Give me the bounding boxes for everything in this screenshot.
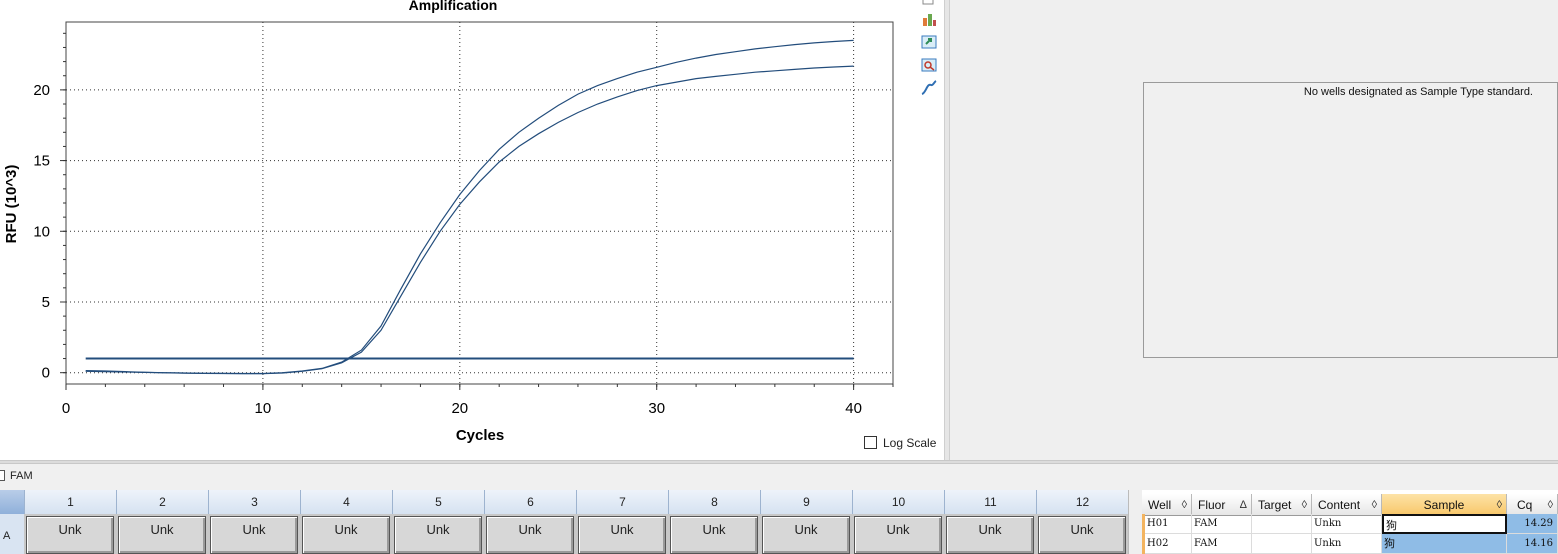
col-header-label: Target: [1258, 498, 1292, 512]
chart-settings-icon[interactable]: [920, 10, 938, 28]
plate-well-a2[interactable]: Unk: [118, 516, 206, 554]
col-header-well[interactable]: Well ◊: [1142, 494, 1192, 516]
col-header-target[interactable]: Target ◊: [1252, 494, 1312, 516]
fam-label: FAM: [10, 470, 33, 482]
col-header-label: Well: [1148, 498, 1172, 512]
standard-curve-area: No wells designated as Sample Type stand…: [1143, 82, 1558, 358]
col-header-label: Cq: [1517, 498, 1533, 512]
plate-column-header: 1 2 3 4 5 6 7 8 9 10 11 12: [0, 490, 1128, 514]
plate-well-a10[interactable]: Unk: [854, 516, 942, 554]
plate-well-a3[interactable]: Unk: [210, 516, 298, 554]
export-icon[interactable]: [920, 33, 938, 51]
fam-checkbox[interactable]: [0, 470, 5, 481]
curve-fit-icon[interactable]: [920, 79, 938, 97]
x-tick-label: 40: [845, 400, 862, 417]
col-header-label: Content: [1318, 498, 1361, 512]
sort-icon[interactable]: ◊: [1497, 494, 1502, 516]
cell-sample-editing[interactable]: 狗: [1382, 514, 1507, 534]
cell-target[interactable]: [1252, 534, 1312, 554]
cell-content[interactable]: Unkn: [1312, 534, 1382, 554]
plate-column-header-8[interactable]: 8: [668, 490, 760, 514]
col-header-fluor[interactable]: Fluor Δ: [1192, 494, 1252, 516]
plate-well-a8[interactable]: Unk: [670, 516, 758, 554]
y-tick-label: 5: [42, 294, 50, 311]
col-header-label: Sample: [1423, 498, 1465, 512]
plate-well-a11[interactable]: Unk: [946, 516, 1034, 554]
plate-select-all[interactable]: [0, 490, 24, 514]
plate-column-header-2[interactable]: 2: [116, 490, 208, 514]
sort-icon[interactable]: Δ: [1240, 494, 1247, 516]
x-tick-label: 10: [255, 400, 272, 417]
plate-column-header-7[interactable]: 7: [576, 490, 668, 514]
plate-well-a7[interactable]: Unk: [578, 516, 666, 554]
plate-column-header-4[interactable]: 4: [300, 490, 392, 514]
well-results-table: Well ◊ Fluor Δ Target ◊ Content ◊ Sample ◊ Cq…: [1142, 490, 1558, 554]
copy-icon[interactable]: [920, 0, 938, 8]
sort-icon[interactable]: ◊: [1182, 494, 1187, 516]
plate-column-header-1[interactable]: 1: [24, 490, 116, 514]
amplification-chart-panel: 0 10 20 30 40 0 5 10 15 20 Amplification Cycles R…: [0, 0, 944, 460]
plate-well-a9[interactable]: Unk: [762, 516, 850, 554]
sort-icon[interactable]: ◊: [1302, 494, 1307, 516]
y-tick-label: 15: [33, 153, 50, 170]
fluorophore-bar: FAM: [0, 464, 1558, 490]
plate-well-a6[interactable]: Unk: [486, 516, 574, 554]
col-header-sample[interactable]: Sample ◊: [1382, 494, 1507, 516]
chart-toolbar: [918, 0, 942, 110]
cell-well[interactable]: H02: [1145, 534, 1192, 554]
cell-cq[interactable]: 14.16: [1507, 534, 1558, 554]
cell-content[interactable]: Unkn: [1312, 514, 1382, 534]
y-axis-label: RFU (10^3): [3, 165, 20, 244]
cell-cq[interactable]: 14.29: [1507, 514, 1558, 534]
checkbox-box[interactable]: [864, 436, 877, 449]
sort-icon[interactable]: ◊: [1372, 494, 1377, 516]
plate-well-a1[interactable]: Unk: [26, 516, 114, 554]
y-tick-label: 20: [33, 82, 50, 99]
col-header-label: Fluor: [1198, 498, 1226, 512]
plate-column-header-5[interactable]: 5: [392, 490, 484, 514]
sort-icon[interactable]: ◊: [1548, 494, 1553, 516]
plate-column-header-6[interactable]: 6: [484, 490, 576, 514]
zoom-icon[interactable]: [920, 56, 938, 74]
log-scale-checkbox[interactable]: Log Scale: [864, 436, 936, 450]
cell-well[interactable]: H01: [1145, 514, 1192, 534]
standard-curve-message: No wells designated as Sample Type stand…: [1303, 86, 1533, 98]
plate-view: 1 2 3 4 5 6 7 8 9 10 11 12 A Unk Unk Unk Unk Unk Unk Unk U…: [0, 490, 1128, 554]
x-axis-label: Cycles: [456, 427, 504, 444]
plate-column-header-10[interactable]: 10: [852, 490, 944, 514]
log-scale-label: Log Scale: [883, 436, 937, 450]
plate-column-header-9[interactable]: 9: [760, 490, 852, 514]
x-tick-label: 30: [648, 400, 665, 417]
x-tick-label: 0: [62, 400, 70, 417]
col-header-content[interactable]: Content ◊: [1312, 494, 1382, 516]
y-tick-label: 0: [42, 365, 50, 382]
plate-well-a12[interactable]: Unk: [1038, 516, 1126, 554]
plate-well-a4[interactable]: Unk: [302, 516, 390, 554]
cell-sample[interactable]: 狗: [1382, 534, 1507, 554]
plot-area: [65, 21, 894, 385]
cell-target[interactable]: [1252, 514, 1312, 534]
plate-column-header-3[interactable]: 3: [208, 490, 300, 514]
chart-title: Amplification: [409, 0, 498, 13]
table-splitter[interactable]: [1128, 490, 1142, 554]
cell-fluor[interactable]: FAM: [1192, 534, 1252, 554]
x-tick-label: 20: [451, 400, 468, 417]
plate-well-a5[interactable]: Unk: [394, 516, 482, 554]
col-header-cq[interactable]: Cq ◊: [1507, 494, 1558, 516]
plate-column-header-12[interactable]: 12: [1036, 490, 1128, 514]
cell-fluor[interactable]: FAM: [1192, 514, 1252, 534]
y-tick-label: 10: [33, 223, 50, 240]
plate-row-header-a[interactable]: A: [0, 514, 24, 554]
plate-column-header-11[interactable]: 11: [944, 490, 1036, 514]
amplification-chart: 0 10 20 30 40 0 5 10 15 20 Amplification Cycles R…: [3, 0, 894, 444]
